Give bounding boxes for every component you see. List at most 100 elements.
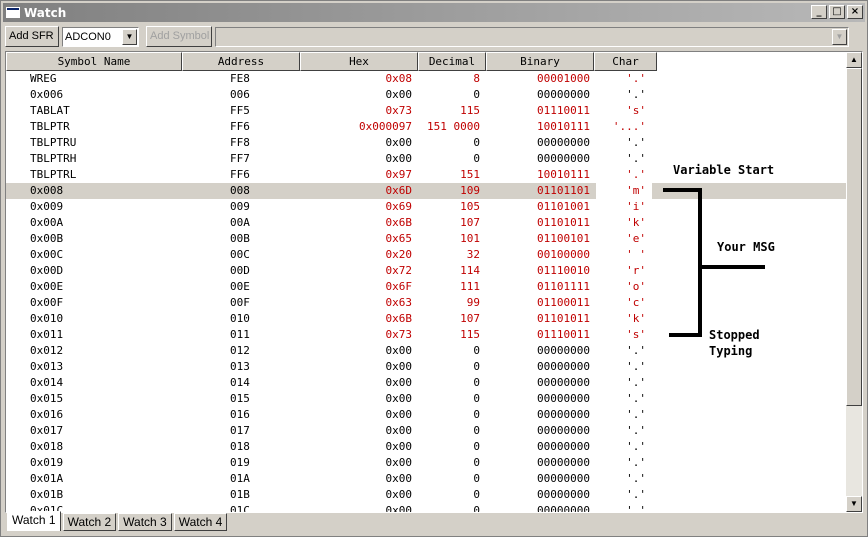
symbol-name-cell: 0x00D <box>30 264 64 277</box>
address-cell: 00E <box>230 280 250 293</box>
char-cell: '.' <box>626 440 646 453</box>
hex-cell: 0x00 <box>385 456 413 469</box>
hex-cell: 0x000097 <box>359 120 412 133</box>
char-cell: 'm' <box>596 183 652 199</box>
watch-grid[interactable]: Symbol Name Address Hex Decimal Binary C… <box>5 51 863 513</box>
scroll-up-arrow-icon[interactable]: ▲ <box>846 52 862 68</box>
column-header-char[interactable]: Char <box>594 52 657 71</box>
address-cell: 008 <box>230 184 250 197</box>
table-row[interactable]: TBLPTRU FF8 0x00 0 00000000 '.' <box>6 135 848 151</box>
table-row[interactable]: 0x008 008 0x6D 109 01101101 'm' <box>6 183 848 199</box>
table-row[interactable]: 0x00F 00F 0x63 99 01100011 'c' <box>6 295 848 311</box>
watch-window: Watch _ □ × Add SFR ADCON0 ▼ Add Symbol … <box>0 0 868 537</box>
char-cell: 'k' <box>626 216 646 229</box>
bracket-top <box>663 188 701 192</box>
close-button[interactable]: × <box>847 5 863 19</box>
minimize-button[interactable]: _ <box>811 5 827 19</box>
table-row[interactable]: 0x019 019 0x00 0 00000000 '.' <box>6 455 848 471</box>
table-row[interactable]: TBLPTR FF6 0x000097 151 0000 10010111 '...' <box>6 119 848 135</box>
table-row[interactable]: 0x00E 00E 0x6F 111 01101111 'o' <box>6 279 848 295</box>
decimal-cell: 0 <box>473 408 480 421</box>
chevron-down-icon[interactable]: ▼ <box>832 29 847 45</box>
add-symbol-button[interactable]: Add Symbol <box>146 26 212 47</box>
address-cell: 019 <box>230 456 250 469</box>
decimal-cell: 114 <box>460 264 480 277</box>
annotation-your-msg: Your MSG <box>717 240 775 254</box>
table-row[interactable]: 0x015 015 0x00 0 00000000 '.' <box>6 391 848 407</box>
hex-cell: 0x00 <box>385 488 413 501</box>
address-cell: 00B <box>230 232 250 245</box>
table-row[interactable]: 0x013 013 0x00 0 00000000 '.' <box>6 359 848 375</box>
address-cell: 01C <box>230 504 250 513</box>
scrollbar-thumb[interactable] <box>846 68 862 406</box>
sfr-select[interactable]: ADCON0 ▼ <box>62 27 139 47</box>
hex-cell: 0x63 <box>385 296 413 309</box>
table-row[interactable]: 0x00A 00A 0x6B 107 01101011 'k' <box>6 215 848 231</box>
address-cell: FF8 <box>230 136 250 149</box>
column-header-decimal[interactable]: Decimal <box>418 52 486 71</box>
table-row[interactable]: 0x017 017 0x00 0 00000000 '.' <box>6 423 848 439</box>
char-cell: 'e' <box>626 232 646 245</box>
column-header-hex[interactable]: Hex <box>300 52 418 71</box>
address-cell: FF5 <box>230 104 250 117</box>
table-row[interactable]: 0x01A 01A 0x00 0 00000000 '.' <box>6 471 848 487</box>
table-row[interactable]: 0x006 006 0x00 0 00000000 '.' <box>6 87 848 103</box>
char-cell: '...' <box>612 120 646 133</box>
chevron-down-icon[interactable]: ▼ <box>122 29 137 45</box>
hex-cell: 0x08 <box>385 72 413 85</box>
symbol-combo[interactable]: ▼ <box>215 27 849 47</box>
symbol-name-cell: 0x00E <box>30 280 64 293</box>
symbol-name-cell: 0x013 <box>30 360 64 373</box>
decimal-cell: 107 <box>460 216 480 229</box>
binary-cell: 01101011 <box>537 216 590 229</box>
hex-cell: 0x00 <box>385 424 413 437</box>
binary-cell: 00000000 <box>537 392 590 405</box>
column-header-address[interactable]: Address <box>182 52 300 71</box>
decimal-cell: 115 <box>460 104 480 117</box>
symbol-name-cell: 0x014 <box>30 376 64 389</box>
table-row[interactable]: 0x010 010 0x6B 107 01101011 'k' <box>6 311 848 327</box>
symbol-name-cell: 0x016 <box>30 408 64 421</box>
symbol-name-cell: TBLPTRH <box>30 152 77 165</box>
tab-watch-2[interactable]: Watch 2 <box>62 513 117 531</box>
column-header-binary[interactable]: Binary <box>486 52 594 71</box>
char-cell: '.' <box>626 136 646 149</box>
table-row[interactable]: 0x009 009 0x69 105 01101001 'i' <box>6 199 848 215</box>
decimal-cell: 101 <box>460 232 480 245</box>
hex-cell: 0x00 <box>385 88 413 101</box>
scroll-down-arrow-icon[interactable]: ▼ <box>846 496 862 512</box>
char-cell: '.' <box>626 72 646 85</box>
tab-watch-1[interactable]: Watch 1 <box>7 511 61 531</box>
vertical-scrollbar[interactable]: ▲ ▼ <box>846 52 862 512</box>
table-row[interactable]: 0x014 014 0x00 0 00000000 '.' <box>6 375 848 391</box>
binary-cell: 00100000 <box>537 248 590 261</box>
decimal-cell: 8 <box>473 72 480 85</box>
binary-cell: 00000000 <box>537 504 590 513</box>
binary-cell: 00000000 <box>537 456 590 469</box>
table-row[interactable]: WREG FE8 0x08 8 00001000 '.' <box>6 71 848 87</box>
address-cell: FF6 <box>230 120 250 133</box>
binary-cell: 01100011 <box>537 296 590 309</box>
address-cell: 010 <box>230 312 250 325</box>
symbol-name-cell: 0x00F <box>30 296 64 309</box>
add-sfr-button[interactable]: Add SFR <box>5 26 59 47</box>
table-row[interactable]: 0x018 018 0x00 0 00000000 '.' <box>6 439 848 455</box>
table-row[interactable]: TABLAT FF5 0x73 115 01110011 's' <box>6 103 848 119</box>
binary-cell: 01110010 <box>537 264 590 277</box>
table-row[interactable]: 0x016 016 0x00 0 00000000 '.' <box>6 407 848 423</box>
maximize-button[interactable]: □ <box>829 5 845 19</box>
decimal-cell: 115 <box>460 328 480 341</box>
title-bar[interactable]: Watch _ □ × <box>3 3 865 22</box>
hex-cell: 0x65 <box>385 232 413 245</box>
grid-header: Symbol Name Address Hex Decimal Binary C… <box>6 52 657 71</box>
column-header-symbol-name[interactable]: Symbol Name <box>6 52 182 71</box>
binary-cell: 10010111 <box>537 168 590 181</box>
table-row[interactable]: 0x01C 01C 0x00 0 00000000 '.' <box>6 503 848 513</box>
hex-cell: 0x00 <box>385 376 413 389</box>
tab-watch-3[interactable]: Watch 3 <box>118 513 172 531</box>
tab-watch-4[interactable]: Watch 4 <box>173 513 228 531</box>
address-cell: 00A <box>230 216 250 229</box>
table-row[interactable]: 0x01B 01B 0x00 0 00000000 '.' <box>6 487 848 503</box>
char-cell: '.' <box>626 152 646 165</box>
hex-cell: 0x97 <box>385 168 413 181</box>
